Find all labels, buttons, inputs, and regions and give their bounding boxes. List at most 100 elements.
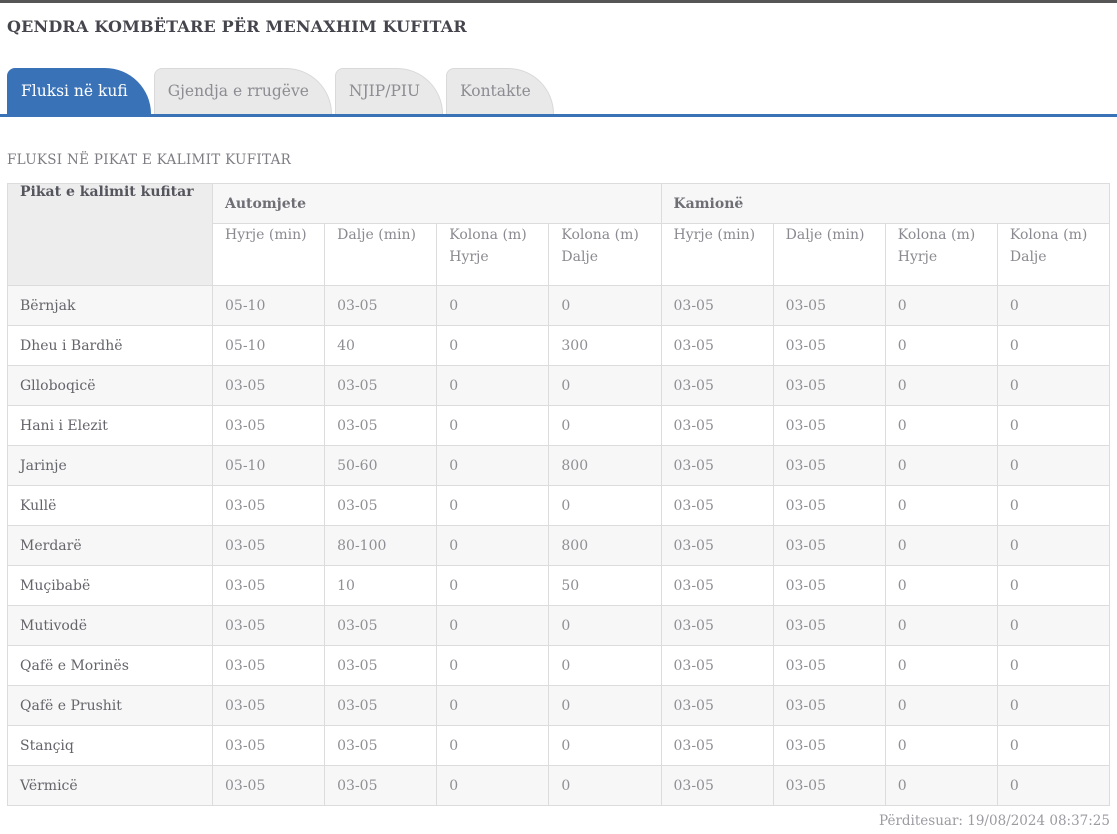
- table-row: Glloboqicë 03-05 03-05 0 0 03-05 03-05 0 0: [7, 365, 1111, 406]
- crossing-point-name: Jarinje: [7, 445, 213, 486]
- crossing-point-name: Vërmicë: [7, 765, 213, 806]
- value-cell: 03-05: [324, 645, 438, 686]
- value-cell: 0: [884, 285, 998, 326]
- value-cell: 03-05: [660, 565, 774, 606]
- value-cell: 0: [436, 525, 550, 566]
- value-cell: 03-05: [660, 405, 774, 446]
- value-cell: 0: [884, 645, 998, 686]
- value-cell: 03-05: [211, 645, 326, 686]
- table-row: Bërnjak 05-10 03-05 0 0 03-05 03-05 0 0: [7, 285, 1111, 326]
- value-cell: 0: [884, 565, 998, 606]
- value-cell: 03-05: [660, 285, 774, 326]
- value-cell: 0: [436, 405, 550, 446]
- value-cell: 03-05: [660, 525, 774, 566]
- updated-timestamp: Përditesuar: 19/08/2024 08:37:25: [879, 813, 1110, 829]
- value-cell: 800: [548, 525, 662, 566]
- value-cell: 0: [996, 725, 1111, 766]
- table-row: Mutivodë 03-05 03-05 0 0 03-05 03-05 0 0: [7, 605, 1111, 646]
- value-cell: 03-05: [772, 725, 886, 766]
- value-cell: 05-10: [211, 325, 326, 366]
- value-cell: 0: [996, 765, 1111, 806]
- tab-gjendja-e-rrugeve[interactable]: Gjendja e rrugëve: [153, 68, 332, 114]
- crossing-point-name: Qafë e Morinës: [7, 645, 213, 686]
- value-cell: 03-05: [324, 605, 438, 646]
- table-row: Vërmicë 03-05 03-05 0 0 03-05 03-05 0 0: [7, 765, 1111, 806]
- value-cell: 0: [436, 765, 550, 806]
- value-cell: 0: [996, 285, 1111, 326]
- crossing-point-name: Hani i Elezit: [7, 405, 213, 446]
- value-cell: 0: [996, 645, 1111, 686]
- crossing-point-name: Kullë: [7, 485, 213, 526]
- value-cell: 0: [996, 565, 1111, 606]
- group-header-kamione: Kamionë: [660, 183, 1110, 224]
- value-cell: 0: [436, 725, 550, 766]
- col-header-kolona-hyrje-auto: Kolona (m) Hyrje: [436, 223, 550, 286]
- value-cell: 0: [436, 485, 550, 526]
- value-cell: 0: [996, 365, 1111, 406]
- value-cell: 0: [996, 445, 1111, 486]
- table-row: Jarinje 05-10 50-60 0 800 03-05 03-05 0 0: [7, 445, 1111, 486]
- page-content: QENDRA KOMBËTARE PËR MENAXHIM KUFITAR Fl…: [0, 17, 1117, 829]
- value-cell: 0: [996, 485, 1111, 526]
- value-cell: 50: [548, 565, 662, 606]
- value-cell: 0: [884, 685, 998, 726]
- value-cell: 03-05: [772, 765, 886, 806]
- value-cell: 03-05: [324, 765, 438, 806]
- tab-label: Kontakte: [460, 81, 531, 100]
- value-cell: 0: [996, 685, 1111, 726]
- value-cell: 0: [548, 485, 662, 526]
- col-header-dalje-min-kamion: Dalje (min): [772, 223, 886, 286]
- section-title: FLUKSI NË PIKAT E KALIMIT KUFITAR: [7, 152, 292, 168]
- value-cell: 03-05: [660, 365, 774, 406]
- value-cell: 0: [436, 605, 550, 646]
- value-cell: 03-05: [772, 565, 886, 606]
- value-cell: 03-05: [211, 605, 326, 646]
- value-cell: 0: [436, 325, 550, 366]
- value-cell: 03-05: [772, 685, 886, 726]
- value-cell: 05-10: [211, 285, 326, 326]
- value-cell: 03-05: [211, 525, 326, 566]
- tab-label: Fluksi në kufi: [21, 81, 128, 100]
- tab-fluksi-ne-kufi[interactable]: Fluksi në kufi: [7, 68, 151, 114]
- table-row: Qafë e Prushit 03-05 03-05 0 0 03-05 03-05 0 0: [7, 685, 1111, 726]
- value-cell: 03-05: [772, 485, 886, 526]
- value-cell: 0: [436, 645, 550, 686]
- value-cell: 03-05: [772, 525, 886, 566]
- tab-njip-piu[interactable]: NJIP/PIU: [334, 68, 444, 114]
- value-cell: 03-05: [660, 645, 774, 686]
- crossing-point-name: Dheu i Bardhë: [7, 325, 213, 366]
- value-cell: 03-05: [324, 285, 438, 326]
- crossing-point-name: Glloboqicë: [7, 365, 213, 406]
- table-row: Kullë 03-05 03-05 0 0 03-05 03-05 0 0: [7, 485, 1111, 526]
- tab-kontakte[interactable]: Kontakte: [446, 68, 554, 114]
- table-row: Muçibabë 03-05 10 0 50 03-05 03-05 0 0: [7, 565, 1111, 606]
- value-cell: 03-05: [772, 285, 886, 326]
- value-cell: 50-60: [324, 445, 438, 486]
- value-cell: 0: [884, 365, 998, 406]
- value-cell: 0: [884, 605, 998, 646]
- value-cell: 0: [548, 405, 662, 446]
- value-cell: 0: [884, 445, 998, 486]
- value-cell: 10: [324, 565, 438, 606]
- crossing-point-name: Muçibabë: [7, 565, 213, 606]
- value-cell: 0: [996, 525, 1111, 566]
- value-cell: 0: [436, 365, 550, 406]
- col-header-dalje-min-auto: Dalje (min): [324, 223, 438, 286]
- value-cell: 03-05: [660, 445, 774, 486]
- value-cell: 03-05: [324, 725, 438, 766]
- value-cell: 0: [548, 725, 662, 766]
- table-row: Stançiq 03-05 03-05 0 0 03-05 03-05 0 0: [7, 725, 1111, 766]
- tab-underline: [0, 114, 1117, 117]
- value-cell: 03-05: [324, 485, 438, 526]
- value-cell: 03-05: [772, 645, 886, 686]
- value-cell: 03-05: [324, 685, 438, 726]
- value-cell: 03-05: [324, 405, 438, 446]
- value-cell: 300: [548, 325, 662, 366]
- value-cell: 0: [548, 605, 662, 646]
- value-cell: 800: [548, 445, 662, 486]
- value-cell: 40: [324, 325, 438, 366]
- value-cell: 03-05: [772, 365, 886, 406]
- value-cell: 0: [548, 365, 662, 406]
- value-cell: 03-05: [211, 765, 326, 806]
- tab-bar: Fluksi në kufi Gjendja e rrugëve NJIP/PI…: [0, 68, 1117, 117]
